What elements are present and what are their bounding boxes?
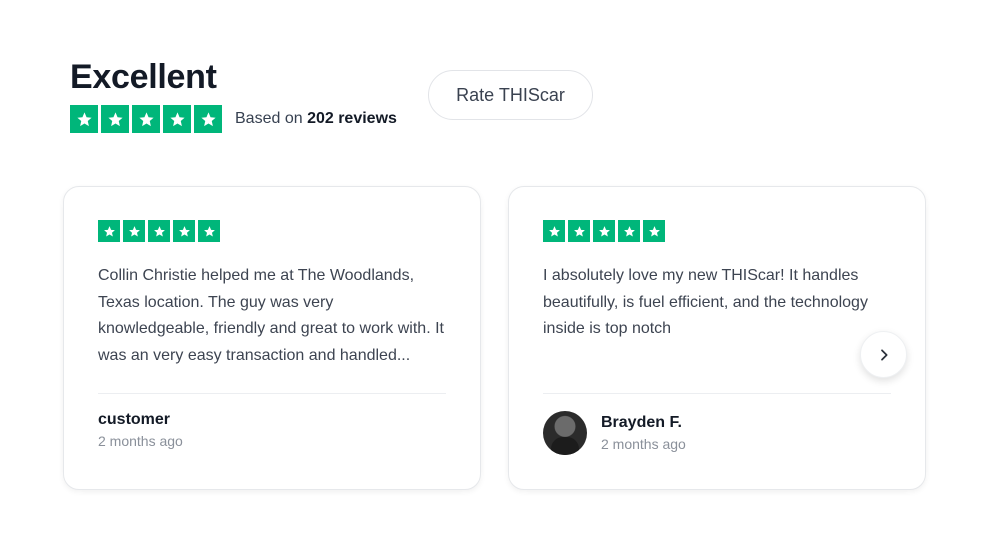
rating-summary: Excellent Based on 202 reviews xyxy=(70,58,397,133)
summary-row: Based on 202 reviews xyxy=(70,105,397,133)
rating-word: Excellent xyxy=(70,58,217,96)
review-count: 202 reviews xyxy=(307,110,397,127)
review-text: I absolutely love my new THIScar! It han… xyxy=(543,267,868,337)
overall-stars xyxy=(70,105,222,133)
star-icon xyxy=(173,220,195,242)
star-icon xyxy=(70,105,98,133)
review-count-text: Based on 202 reviews xyxy=(235,110,397,128)
star-icon xyxy=(194,105,222,133)
review-stars xyxy=(98,220,446,242)
avatar xyxy=(543,411,587,455)
review-card: I absolutely love my new THIScar! It han… xyxy=(508,186,926,490)
review-author: Brayden F. 2 months ago xyxy=(543,411,686,455)
review-time: 2 months ago xyxy=(98,433,183,449)
star-icon xyxy=(123,220,145,242)
star-icon xyxy=(593,220,615,242)
review-stars xyxy=(543,220,891,242)
star-icon xyxy=(132,105,160,133)
star-icon xyxy=(618,220,640,242)
next-button[interactable] xyxy=(860,331,907,378)
star-icon xyxy=(198,220,220,242)
chevron-right-icon xyxy=(880,348,888,361)
review-text: Collin Christie helped me at The Woodlan… xyxy=(98,267,444,364)
author-name: Brayden F. xyxy=(601,414,682,431)
card-divider xyxy=(98,393,446,394)
star-icon xyxy=(163,105,191,133)
review-card: Collin Christie helped me at The Woodlan… xyxy=(63,186,481,490)
star-icon xyxy=(148,220,170,242)
star-icon xyxy=(568,220,590,242)
review-author: customer 2 months ago xyxy=(98,411,183,449)
reviews-widget: Excellent Based on 202 reviews Rate THIS… xyxy=(0,0,989,554)
card-divider xyxy=(543,393,891,394)
based-prefix: Based on xyxy=(235,110,303,127)
review-time: 2 months ago xyxy=(601,436,686,452)
star-icon xyxy=(543,220,565,242)
star-icon xyxy=(101,105,129,133)
rate-button[interactable]: Rate THIScar xyxy=(428,70,593,120)
author-name: customer xyxy=(98,411,171,428)
star-icon xyxy=(643,220,665,242)
star-icon xyxy=(98,220,120,242)
